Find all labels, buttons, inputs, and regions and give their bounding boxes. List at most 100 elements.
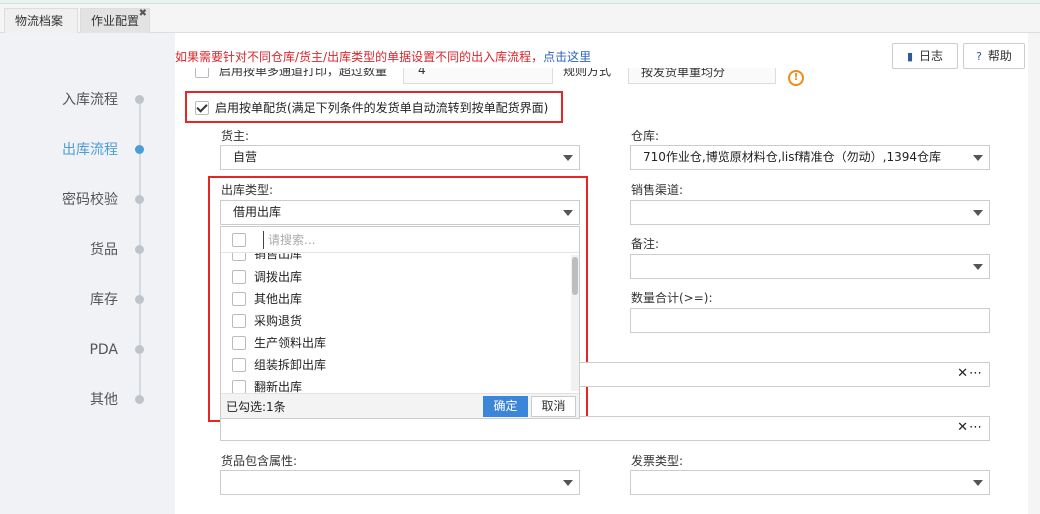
book-icon: ▮ [906,50,914,63]
enable-order-picking-row[interactable]: 启用按单配货(满足下列条件的发货单自动流转到按单配货界面) [195,98,548,118]
main-area: 入库流程 出库流程 密码校验 货品 库存 PDA 其他 如果需要针对不同仓库/货… [0,33,1040,514]
sidebar-dot [135,345,144,354]
outbound-type-select[interactable]: 借用出库 [220,200,580,225]
goods-attr-label: 货品包含属性: [221,454,298,468]
rule-mode-select[interactable]: 按发货单重均分 [628,68,776,84]
chevron-down-icon [973,155,983,161]
enable-order-picking-checkbox[interactable] [195,100,209,115]
clear-more-icon[interactable]: ✕⋯ [957,420,983,435]
tab-label: 物流档案 [15,14,64,28]
help-button-label: 帮助 [987,49,1012,63]
dropdown-option[interactable]: 调拨出库 [232,267,302,287]
cancel-button[interactable]: 取消 [531,396,576,417]
multi-channel-print-row: 启用按单多通道打印，超过数量 4 规则方式 按发货单重均分 [193,68,813,86]
option-checkbox[interactable] [232,357,246,372]
outbound-type-label: 出库类型: [221,183,274,197]
page-scrollbar[interactable] [1028,33,1040,514]
sales-channel-label: 销售渠道: [631,183,684,197]
dropdown-search-input[interactable]: 请搜索... [263,231,315,249]
notice-link[interactable]: 点击这里 [543,50,591,64]
threshold-value: 4 [418,68,426,77]
option-checkbox[interactable] [232,335,246,350]
rule-mode-label: 规则方式 [563,68,612,78]
sales-channel-select[interactable] [630,200,990,225]
outbound-type-dropdown: 请搜索... 销售出库 调拨出库 其他出库 采购退货 生产领料出库 组装拆卸出库… [220,226,580,419]
sidebar-dot [135,395,144,404]
dropdown-search-row: 请搜索... [221,227,579,253]
rule-mode-value: 按发货单重均分 [641,68,726,79]
outbound-type-value: 借用出库 [233,205,282,219]
dropdown-footer: 已勾选:1条 确定 取消 [221,393,579,418]
sidebar-item-outbound[interactable]: 出库流程 [18,140,118,160]
multi-channel-checkbox[interactable] [195,68,209,78]
dropdown-option[interactable]: 组装拆卸出库 [232,355,326,375]
tab-label: 作业配置 [91,14,140,28]
dropdown-option[interactable]: 其他出库 [232,289,302,309]
option-label: 组装拆卸出库 [254,358,327,372]
chevron-down-icon [973,210,983,216]
option-label: 其他出库 [254,292,303,306]
option-checkbox[interactable] [232,253,246,261]
sidebar-item-stock[interactable]: 库存 [18,290,118,310]
option-checkbox[interactable] [232,269,246,284]
invoice-type-select[interactable] [630,470,990,495]
sidebar-dot-active [135,145,144,154]
sidebar-item-inbound[interactable]: 入库流程 [18,90,118,110]
option-label: 调拨出库 [254,270,303,284]
tab-logistics-archive[interactable]: 物流档案 [4,8,78,33]
sidebar-item-pda[interactable]: PDA [18,340,118,360]
condition-input-2[interactable]: ✕⋯ [220,416,990,441]
goods-attr-select[interactable] [220,470,580,495]
dropdown-option[interactable]: 采购退货 [232,311,302,331]
sidebar-dot [135,245,144,254]
tab-job-config[interactable]: 作业配置 ✖ [80,8,150,33]
multi-channel-label: 启用按单多通道打印，超过数量 [219,68,388,78]
chevron-down-icon [563,210,573,216]
owner-label: 货主: [221,129,250,143]
dropdown-option[interactable]: 销售出库 [232,253,302,264]
enable-order-picking-label: 启用按单配货(满足下列条件的发货单自动流转到按单配货界面) [215,101,549,115]
chevron-down-icon [563,480,573,486]
log-button-label: 日志 [919,49,944,63]
content-panel: 如果需要针对不同仓库/货主/出库类型的单据设置不同的出入库流程，点击这里 ▮ 日志… [175,33,1028,514]
option-checkbox[interactable] [232,291,246,306]
invoice-type-label: 发票类型: [631,454,684,468]
close-icon[interactable]: ✖ [139,2,147,26]
option-label: 翻新出库 [254,380,303,393]
warehouse-select[interactable]: 710作业仓,博览原材料仓,lisf精准仓（勿动）,1394仓库 [630,145,990,170]
chevron-down-icon [973,264,983,270]
chevron-down-icon [973,480,983,486]
sidebar-item-password-check[interactable]: 密码校验 [18,190,118,210]
remark-select[interactable] [630,254,990,279]
owner-select[interactable]: 自营 [220,145,580,170]
sidebar-dot [135,195,144,204]
selected-count: 已勾选:1条 [226,400,286,414]
qty-total-label: 数量合计(>=): [631,291,713,305]
confirm-button[interactable]: 确定 [483,396,528,417]
remark-label: 备注: [631,237,660,251]
select-all-checkbox[interactable] [232,233,246,247]
notice-text: 如果需要针对不同仓库/货主/出库类型的单据设置不同的出入库流程，点击这里 [175,48,591,65]
log-button[interactable]: ▮ 日志 [892,43,958,69]
clear-more-icon[interactable]: ✕⋯ [957,366,983,381]
chevron-down-icon [563,155,573,161]
dropdown-scrollbar-thumb[interactable] [572,257,578,295]
dropdown-options-list: 销售出库 调拨出库 其他出库 采购退货 生产领料出库 组装拆卸出库 翻新出库 [221,253,579,393]
sidebar-dot [135,95,144,104]
condition-input-1[interactable]: ✕⋯ [580,362,990,387]
sidebar-item-other[interactable]: 其他 [18,390,118,410]
help-button[interactable]: ? 帮助 [963,43,1025,69]
threshold-input[interactable]: 4 [403,68,553,84]
notice-message: 如果需要针对不同仓库/货主/出库类型的单据设置不同的出入库流程， [175,50,544,64]
owner-value: 自营 [233,150,258,164]
qty-total-input[interactable] [630,308,990,333]
warehouse-value: 710作业仓,博览原材料仓,lisf精准仓（勿动）,1394仓库 [643,150,942,164]
option-checkbox[interactable] [232,313,246,328]
warehouse-label: 仓库: [631,129,660,143]
dropdown-option[interactable]: 生产领料出库 [232,333,326,353]
sidebar-item-goods[interactable]: 货品 [18,240,118,260]
dropdown-option[interactable]: 翻新出库 [232,377,302,393]
option-label: 生产领料出库 [254,336,327,350]
option-checkbox[interactable] [232,379,246,393]
warning-icon: ! [788,70,804,86]
